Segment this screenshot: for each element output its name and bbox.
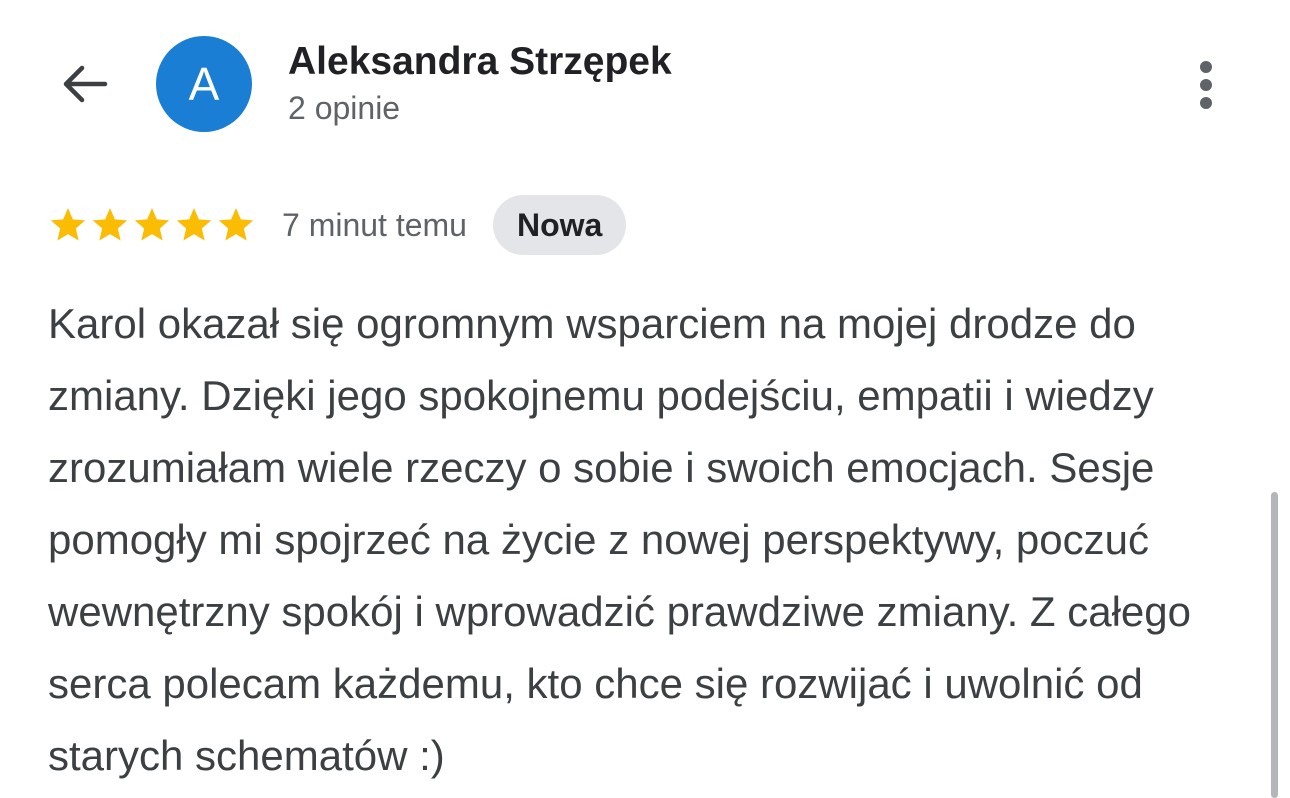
review-count: 2 opinie [288,90,401,126]
star-icon [218,208,254,241]
arrow-back-icon [63,65,108,103]
reviewer-name[interactable]: Aleksandra Strzępek [288,40,672,84]
star-icon [92,208,128,241]
avatar[interactable]: A [156,36,252,132]
review-meta: 7 minut temu Nowa [48,194,627,256]
star-icon [176,208,212,241]
more-options-button[interactable] [1176,50,1236,120]
new-badge: Nowa [492,195,627,255]
more-vertical-icon [1200,61,1212,109]
review-time: 7 minut temu [282,206,467,243]
star-rating [48,205,256,245]
review-text: Karol okazał się ogromnym wsparciem na m… [48,300,1192,779]
star-icon [134,208,170,241]
star-icon [50,208,86,241]
back-button[interactable] [44,44,124,124]
scrollbar[interactable] [1271,492,1278,798]
